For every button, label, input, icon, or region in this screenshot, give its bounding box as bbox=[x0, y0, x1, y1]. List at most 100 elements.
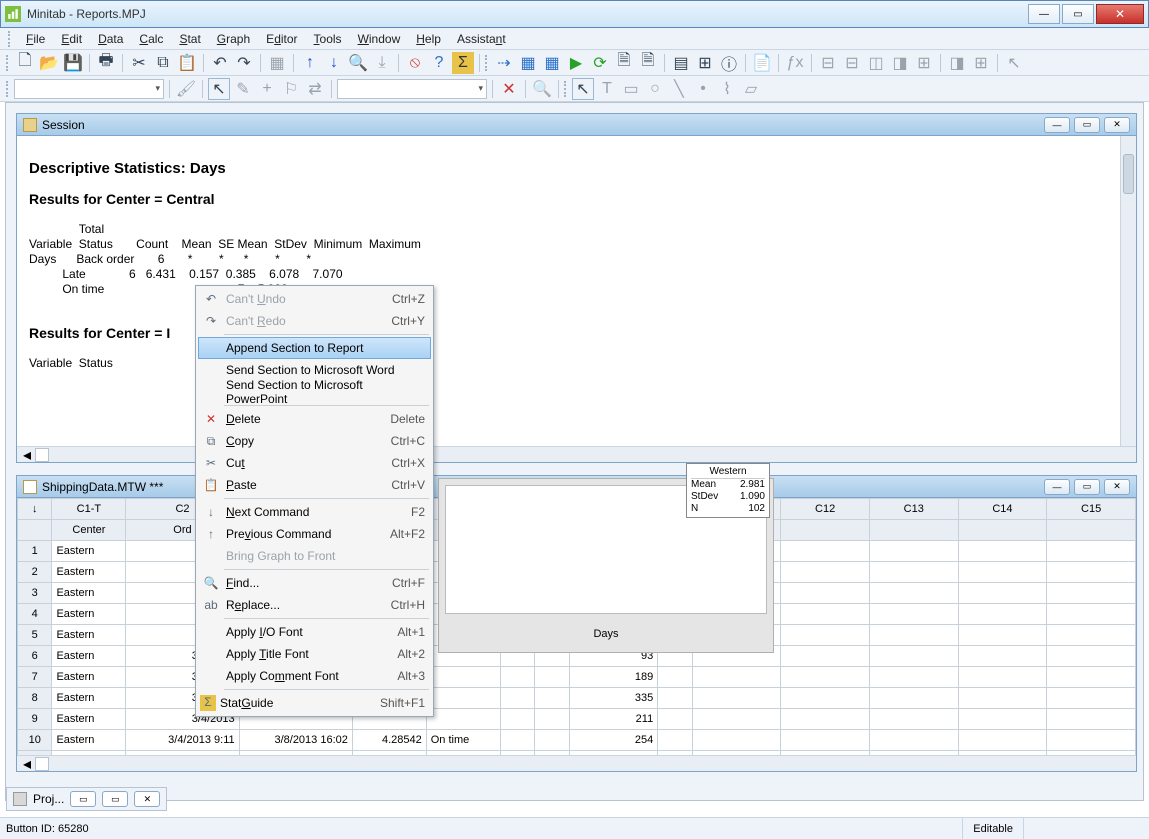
pointer2-icon[interactable]: ↖ bbox=[208, 78, 230, 100]
cell[interactable] bbox=[500, 688, 534, 709]
zoom-icon[interactable]: 🔍 bbox=[531, 78, 553, 100]
menu-help[interactable]: Help bbox=[408, 30, 449, 48]
variable-select2[interactable]: ▾ bbox=[337, 79, 487, 99]
next-icon[interactable]: ⤓ bbox=[371, 52, 393, 74]
cell[interactable] bbox=[1047, 751, 1136, 756]
cell[interactable] bbox=[958, 709, 1047, 730]
menu-tools[interactable]: Tools bbox=[306, 30, 350, 48]
context-item-previous-command[interactable]: ↑Previous CommandAlt+F2 bbox=[198, 523, 431, 545]
cell[interactable] bbox=[1047, 562, 1136, 583]
cell[interactable] bbox=[535, 688, 569, 709]
undo-icon[interactable]: ↶ bbox=[209, 52, 231, 74]
cell[interactable]: Eastern bbox=[52, 730, 126, 751]
cell[interactable]: Eastern bbox=[52, 541, 126, 562]
cell[interactable] bbox=[958, 751, 1047, 756]
cell[interactable] bbox=[869, 688, 958, 709]
cell[interactable] bbox=[958, 625, 1047, 646]
cell[interactable] bbox=[500, 751, 534, 756]
cell[interactable] bbox=[658, 751, 692, 756]
arrow-up-icon[interactable]: ↑ bbox=[299, 52, 321, 74]
cell[interactable] bbox=[958, 688, 1047, 709]
cell[interactable] bbox=[1047, 583, 1136, 604]
doc-icon[interactable]: 🗎 bbox=[613, 52, 635, 74]
cell[interactable] bbox=[535, 751, 569, 756]
cell[interactable]: 5.28125 bbox=[352, 751, 426, 756]
cell[interactable] bbox=[869, 625, 958, 646]
menu-data[interactable]: Data bbox=[90, 30, 131, 48]
cell[interactable] bbox=[535, 709, 569, 730]
graph-icon[interactable]: ▦ bbox=[541, 52, 563, 74]
column-header[interactable]: C1-T bbox=[52, 499, 126, 520]
horizontal-scrollbar[interactable]: ◂ bbox=[17, 446, 1136, 462]
data-maximize-button[interactable]: ▭ bbox=[1074, 479, 1100, 495]
arrow-down-icon[interactable]: ↓ bbox=[323, 52, 345, 74]
t3-icon[interactable]: ◫ bbox=[865, 52, 887, 74]
cell[interactable] bbox=[781, 562, 870, 583]
open-icon[interactable]: 📂 bbox=[38, 52, 60, 74]
cell[interactable] bbox=[781, 688, 870, 709]
cell[interactable] bbox=[535, 730, 569, 751]
cell[interactable]: 264 bbox=[569, 751, 658, 756]
cell[interactable]: 3/9/2013 15:59 bbox=[239, 751, 352, 756]
cell[interactable] bbox=[869, 751, 958, 756]
cell[interactable] bbox=[781, 604, 870, 625]
column-header[interactable] bbox=[781, 520, 870, 541]
variable-select[interactable]: ▾ bbox=[14, 79, 164, 99]
session-close-button[interactable]: ✕ bbox=[1104, 117, 1130, 133]
cell[interactable] bbox=[869, 709, 958, 730]
cell[interactable] bbox=[692, 667, 781, 688]
t5-icon[interactable]: ⊞ bbox=[913, 52, 935, 74]
cell[interactable] bbox=[869, 646, 958, 667]
cell[interactable]: 3 bbox=[18, 583, 52, 604]
cell[interactable] bbox=[658, 688, 692, 709]
column-header[interactable]: ↓ bbox=[18, 499, 52, 520]
cancel-icon[interactable]: ⦸ bbox=[404, 52, 426, 74]
column-header[interactable] bbox=[958, 520, 1047, 541]
data-minimize-button[interactable]: — bbox=[1044, 479, 1070, 495]
cell[interactable]: Eastern bbox=[52, 751, 126, 756]
menu-calc[interactable]: Calc bbox=[131, 30, 171, 48]
cell[interactable] bbox=[426, 667, 500, 688]
cell[interactable]: Eastern bbox=[52, 646, 126, 667]
menu-assistant[interactable]: Assistant bbox=[449, 30, 514, 48]
cell[interactable]: 3/4/2013 9:13 bbox=[126, 751, 239, 756]
context-item-send-section-to-microsoft-powerpoint[interactable]: Send Section to Microsoft PowerPoint bbox=[198, 381, 431, 403]
context-item-next-command[interactable]: ↓Next CommandF2 bbox=[198, 501, 431, 523]
cell[interactable]: 6 bbox=[18, 646, 52, 667]
context-item-apply-i-o-font[interactable]: Apply I/O FontAlt+1 bbox=[198, 621, 431, 643]
cell[interactable] bbox=[426, 709, 500, 730]
menu-window[interactable]: Window bbox=[350, 30, 409, 48]
t6-icon[interactable]: ◨ bbox=[946, 52, 968, 74]
cell[interactable] bbox=[535, 667, 569, 688]
script-icon[interactable]: ⟳ bbox=[589, 52, 611, 74]
cell[interactable]: On time bbox=[426, 730, 500, 751]
cell[interactable]: 5 bbox=[18, 625, 52, 646]
cell[interactable] bbox=[1047, 667, 1136, 688]
cell[interactable]: On time bbox=[426, 751, 500, 756]
cell[interactable] bbox=[781, 541, 870, 562]
column-header[interactable] bbox=[1047, 520, 1136, 541]
cell[interactable] bbox=[500, 667, 534, 688]
context-item-append-section-to-report[interactable]: Append Section to Report bbox=[198, 337, 431, 359]
cell[interactable] bbox=[958, 541, 1047, 562]
cell[interactable]: 11 bbox=[18, 751, 52, 756]
session-titlebar[interactable]: Session — ▭ ✕ bbox=[17, 114, 1136, 136]
cell[interactable] bbox=[958, 667, 1047, 688]
redo-icon[interactable]: ↷ bbox=[233, 52, 255, 74]
print-icon[interactable]: 🖶 bbox=[95, 52, 117, 74]
cell[interactable]: 10 bbox=[18, 730, 52, 751]
info-icon[interactable]: ⓘ bbox=[718, 52, 740, 74]
vertical-scrollbar[interactable] bbox=[1120, 136, 1136, 446]
cell[interactable] bbox=[500, 730, 534, 751]
cell[interactable]: 8 bbox=[18, 688, 52, 709]
marker-icon[interactable]: • bbox=[692, 78, 714, 100]
cell[interactable]: 2 bbox=[18, 562, 52, 583]
plus-icon[interactable]: + bbox=[256, 78, 278, 100]
line-icon[interactable]: ╲ bbox=[668, 78, 690, 100]
cell[interactable] bbox=[1047, 688, 1136, 709]
report-icon[interactable]: ⇢ bbox=[493, 52, 515, 74]
column-header[interactable] bbox=[18, 520, 52, 541]
worksheet-icon[interactable]: ▦ bbox=[517, 52, 539, 74]
cut-icon[interactable]: ✂ bbox=[128, 52, 150, 74]
cell[interactable] bbox=[781, 583, 870, 604]
